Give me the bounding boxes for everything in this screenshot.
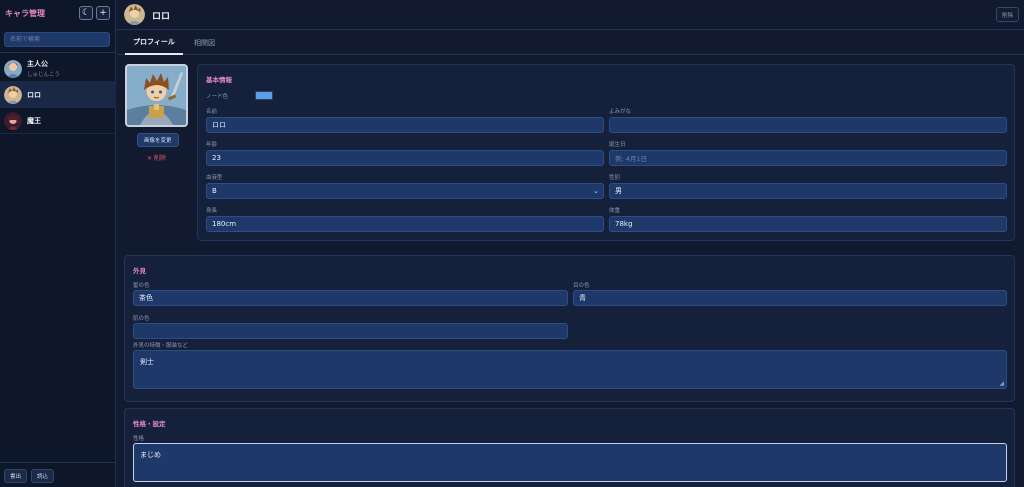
avatar bbox=[124, 4, 145, 25]
character-item-demon-king[interactable]: 魔王 bbox=[0, 108, 116, 134]
add-character-button[interactable]: + bbox=[96, 6, 110, 20]
delete-image-button[interactable]: ✕ 削除 bbox=[147, 153, 166, 162]
birthday-field[interactable]: 例: 4月1日 bbox=[609, 150, 1007, 166]
age-field[interactable]: 23 bbox=[206, 150, 604, 166]
blood-type-label: 血液型 bbox=[206, 175, 223, 181]
character-name: 魔王 bbox=[27, 116, 41, 125]
weight-label: 体重 bbox=[609, 208, 621, 214]
sidebar-header: キャラ管理 ☾ + bbox=[0, 0, 115, 26]
personality-panel: 性格・設定 性格 まじめ bbox=[124, 408, 1015, 487]
node-color-label: ノード色 bbox=[206, 94, 229, 100]
features-value: 剣士 bbox=[140, 358, 154, 366]
eye-color-label: 目の色 bbox=[573, 283, 590, 289]
personality-value: まじめ bbox=[140, 451, 161, 459]
profile-image bbox=[125, 64, 188, 127]
tab-relationship-chart[interactable]: 相関図 bbox=[194, 31, 215, 55]
character-item-roro[interactable]: ロロ bbox=[0, 82, 116, 108]
weight-field[interactable]: 78kg bbox=[609, 216, 1007, 232]
character-name: ロロ bbox=[27, 90, 41, 99]
eye-color-field[interactable]: 青 bbox=[573, 290, 1007, 306]
tab-bar: プロフィール 相関図 bbox=[117, 31, 1024, 55]
character-item-hero[interactable]: 主人公 しゅじんこう bbox=[0, 56, 116, 82]
appearance-panel: 外見 髪の色 茶色 目の色 青 肌の色 外見の特徴・服装など 剣士 ◢ bbox=[124, 255, 1015, 402]
plus-icon: + bbox=[99, 7, 107, 18]
import-button[interactable]: 読込 bbox=[31, 469, 55, 483]
basic-info-panel: 基本情報 ノード色 名前 ロロ よみがな 年齢 23 誕生日 例: 4月1日 血… bbox=[197, 64, 1015, 241]
avatar bbox=[4, 111, 22, 130]
reading-label: よみがな bbox=[609, 109, 632, 115]
character-reading: しゅじんこう bbox=[27, 72, 61, 78]
name-label: 名前 bbox=[206, 109, 218, 115]
personality-textarea[interactable]: まじめ bbox=[133, 443, 1007, 482]
gender-label: 性別 bbox=[609, 175, 621, 181]
theme-toggle-button[interactable]: ☾ bbox=[79, 6, 93, 20]
avatar bbox=[4, 85, 22, 104]
chevron-down-icon: ⌄ bbox=[593, 187, 599, 195]
resize-grip-icon[interactable]: ◢ bbox=[999, 380, 1004, 387]
hair-color-field[interactable]: 茶色 bbox=[133, 290, 568, 306]
age-label: 年齢 bbox=[206, 142, 218, 148]
avatar bbox=[4, 59, 22, 78]
birthday-label: 誕生日 bbox=[609, 142, 626, 148]
divider bbox=[0, 52, 116, 53]
delete-character-button[interactable]: 削除 bbox=[995, 7, 1019, 22]
export-button[interactable]: 書出 bbox=[4, 469, 28, 483]
section-title: 基本情報 bbox=[206, 76, 232, 84]
character-name: 主人公 bbox=[27, 60, 48, 68]
sidebar-footer: 書出 読込 bbox=[0, 462, 116, 487]
section-title: 性格・設定 bbox=[133, 420, 166, 428]
app-title: キャラ管理 bbox=[5, 8, 45, 18]
personality-label: 性格 bbox=[133, 436, 145, 442]
reading-field[interactable] bbox=[609, 117, 1007, 133]
change-image-button[interactable]: 画像を変更 bbox=[137, 133, 179, 147]
moon-icon: ☾ bbox=[81, 7, 91, 18]
skin-color-label: 肌の色 bbox=[133, 316, 150, 322]
tab-profile[interactable]: プロフィール bbox=[125, 31, 183, 55]
features-label: 外見の特徴・服装など bbox=[133, 343, 189, 349]
blood-type-value: B bbox=[212, 187, 217, 195]
character-header: ロロ 削除 bbox=[117, 0, 1024, 30]
sidebar: キャラ管理 ☾ + 主人公 しゅじんこう ロロ bbox=[0, 0, 116, 487]
skin-color-field[interactable] bbox=[133, 323, 568, 339]
gender-field[interactable]: 男 bbox=[609, 183, 1007, 199]
node-color-picker[interactable] bbox=[255, 91, 273, 100]
features-textarea[interactable]: 剣士 ◢ bbox=[133, 350, 1007, 389]
name-field[interactable]: ロロ bbox=[206, 117, 604, 133]
blood-type-select[interactable]: B ⌄ bbox=[206, 183, 604, 199]
search-input[interactable] bbox=[4, 32, 110, 47]
height-label: 身長 bbox=[206, 208, 218, 214]
hair-color-label: 髪の色 bbox=[133, 283, 150, 289]
section-title: 外見 bbox=[133, 267, 146, 275]
character-title: ロロ bbox=[152, 12, 171, 22]
height-field[interactable]: 180cm bbox=[206, 216, 604, 232]
character-portrait bbox=[127, 66, 186, 125]
